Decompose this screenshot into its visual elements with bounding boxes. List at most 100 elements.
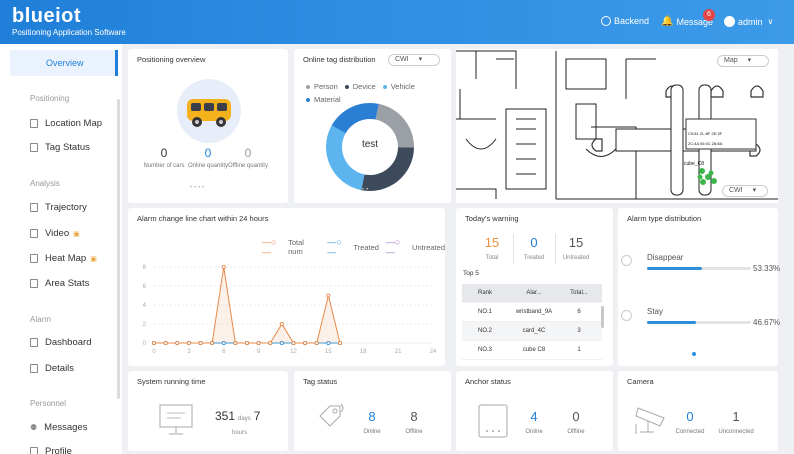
- sidebar-item-trajectory[interactable]: Trajectory: [30, 202, 87, 213]
- map-select[interactable]: Map ▾: [717, 55, 769, 67]
- table-row[interactable]: NO.1 wristband_9A 6: [462, 303, 602, 322]
- sidebar-item-label: Tag Status: [45, 142, 90, 153]
- todays-warning-card: Today's warning 15 Total 0 Treated 15 Un…: [456, 208, 613, 366]
- sidebar-item-video[interactable]: Video ▣: [30, 228, 80, 239]
- series-point[interactable]: [151, 340, 157, 346]
- table-cell: 1: [577, 347, 581, 353]
- user-menu[interactable]: admin ∨: [724, 16, 773, 27]
- series-point[interactable]: [198, 340, 203, 346]
- people-icon: ⚉: [30, 423, 38, 432]
- series-point[interactable]: [314, 340, 319, 346]
- x-tick-label: 12: [290, 349, 297, 355]
- cube-label: cube_C8: [684, 161, 704, 167]
- y-tick-label: 2: [143, 322, 147, 328]
- table-scrollbar[interactable]: [601, 306, 604, 328]
- top5-table: Rank Alar... Total... NO.1 wristband_9A …: [462, 284, 602, 360]
- area-select[interactable]: CWI ▾: [388, 54, 440, 66]
- series-point[interactable]: [256, 340, 261, 346]
- series-point[interactable]: [244, 340, 250, 346]
- donut-slice-material[interactable]: [331, 103, 379, 134]
- x-tick-label: 9: [257, 349, 261, 355]
- carousel-dot[interactable]: [692, 352, 696, 356]
- card-title: Camera: [627, 377, 654, 386]
- series-point[interactable]: [291, 340, 296, 346]
- video-icon: [30, 229, 38, 238]
- series-point[interactable]: [268, 340, 273, 346]
- system-running-card: System running time 351 days 7 hours: [128, 371, 288, 451]
- anchor-offline-count: 0: [572, 409, 580, 424]
- sidebar-item-label: Trajectory: [45, 202, 87, 213]
- sidebar-item-location-map[interactable]: Location Map: [30, 118, 102, 129]
- series-point[interactable]: [210, 340, 215, 346]
- donut-slice-device[interactable]: [361, 147, 414, 191]
- series-point[interactable]: [175, 340, 180, 346]
- series-point[interactable]: [233, 340, 238, 346]
- cars-label: Number of cars: [143, 163, 185, 169]
- legend-dot: [344, 84, 349, 89]
- sidebar-item-details[interactable]: Details: [30, 363, 74, 374]
- lock-icon: ▣: [73, 230, 80, 238]
- series-point[interactable]: [186, 340, 191, 346]
- alarm-line-chart: 024680 3 6 9 12 15 18 21 24: [143, 264, 437, 355]
- brand[interactable]: blueiot Positioning Application Software: [12, 6, 126, 38]
- x-tick-label: 18: [360, 349, 367, 355]
- anchor-online-count: 4: [530, 409, 538, 424]
- brand-logo: blueiot: [12, 5, 82, 27]
- camera-unconnected-label: Unconnected: [718, 429, 754, 435]
- sidebar-scrollbar[interactable]: [117, 99, 120, 399]
- series-point[interactable]: [163, 340, 168, 346]
- column-total[interactable]: Total...: [560, 290, 598, 296]
- camera-unconnected-count: 1: [732, 409, 740, 424]
- table-cell: 6: [577, 309, 581, 315]
- table-row[interactable]: NO.2 card_4C 3: [462, 322, 602, 341]
- disappear-percent: 53.33%: [753, 264, 781, 273]
- anchor-offline-label: Offline: [567, 429, 585, 435]
- column-alarm[interactable]: Alar...: [508, 290, 560, 296]
- sidebar-item-label: Dashboard: [45, 337, 92, 348]
- y-tick-label: 6: [143, 284, 147, 290]
- sidebar-item-profile[interactable]: Profile: [30, 446, 72, 454]
- sidebar-item-label: Location Map: [45, 118, 103, 129]
- table-cell: NO.3: [477, 347, 492, 353]
- warning-untreated: 15: [568, 235, 584, 250]
- sidebar-item-messages[interactable]: ⚉ Messages: [30, 422, 87, 433]
- disappear-bar: [647, 267, 751, 270]
- table-cell: wristband_9A: [515, 309, 553, 315]
- series-point[interactable]: [337, 340, 343, 346]
- legend-person[interactable]: Person: [314, 82, 338, 91]
- backend-link[interactable]: Backend: [601, 16, 649, 26]
- sidebar-item-area-stats[interactable]: Area Stats: [30, 278, 89, 289]
- sidebar-section-analysis: Analysis: [30, 179, 60, 188]
- map-area-select[interactable]: CWI ▾: [722, 185, 768, 197]
- map-select-value: Map: [724, 57, 738, 64]
- chevron-down-icon: ▾: [752, 187, 757, 194]
- sidebar-item-overview[interactable]: Overview: [10, 50, 118, 76]
- donut-center-label: test: [361, 139, 379, 150]
- running-hours-unit: hours: [232, 430, 248, 436]
- floor-map[interactable]: C9:81 ZL:8F 2E:3F 2C:4A 05:0C 28:8A cube…: [456, 49, 778, 203]
- sidebar-item-dashboard[interactable]: Dashboard: [30, 337, 91, 348]
- carousel-dots[interactable]: ••: [362, 187, 370, 193]
- series-point[interactable]: [279, 321, 284, 327]
- legend-vehicle[interactable]: Vehicle: [391, 82, 415, 91]
- series-point[interactable]: [303, 340, 308, 346]
- donut-slice-vehicle[interactable]: [326, 125, 365, 191]
- sidebar-item-heat-map[interactable]: Heat Map ▣: [30, 253, 97, 264]
- sidebar-section-alarm: Alarm: [30, 315, 51, 324]
- card-title: System running time: [137, 377, 206, 386]
- series-point[interactable]: [221, 264, 226, 270]
- tag-icon: [30, 143, 38, 152]
- x-tick-label: 6: [222, 349, 226, 355]
- camera-card: Camera 0 Connected 1 Unconnected: [618, 371, 778, 451]
- series-point[interactable]: [326, 293, 331, 298]
- legend-dot: [382, 84, 387, 89]
- legend-device[interactable]: Device: [353, 82, 376, 91]
- van-illustration: [177, 79, 241, 143]
- card-title: Online tag distribution: [303, 55, 376, 64]
- cars-count: 0: [160, 146, 168, 160]
- carousel-dots[interactable]: ••••: [190, 185, 206, 191]
- sidebar-item-tag-status[interactable]: Tag Status: [30, 142, 90, 153]
- column-rank[interactable]: Rank: [462, 290, 508, 296]
- chevron-down-icon: ▾: [747, 57, 752, 64]
- table-row[interactable]: NO.3 cube C8 1: [462, 341, 602, 360]
